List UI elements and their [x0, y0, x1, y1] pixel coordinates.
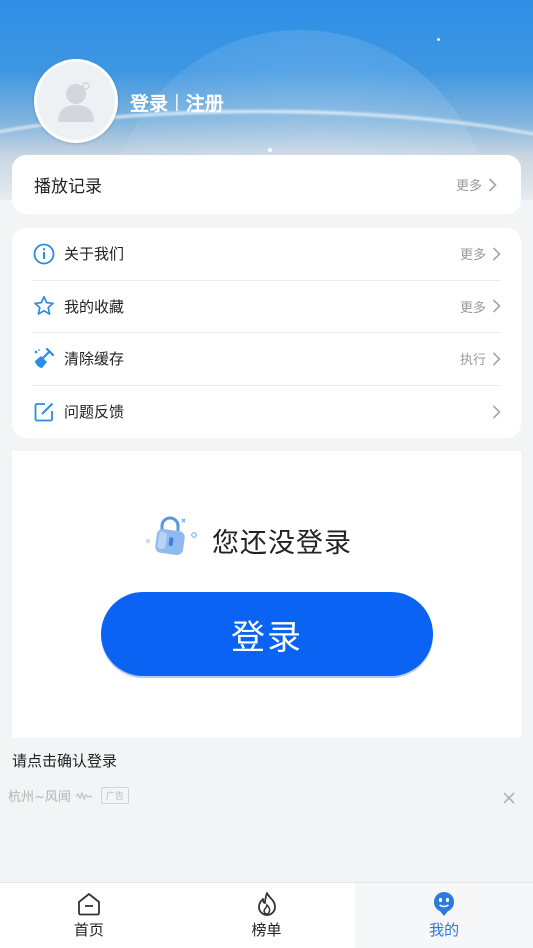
- play-history-more[interactable]: 更多: [456, 175, 497, 194]
- menu-item-action: 执行: [460, 349, 501, 368]
- auth-separator: |: [174, 92, 180, 112]
- login-prompt-panel: 您还没登录 登录: [12, 451, 521, 738]
- action-label: 更多: [459, 248, 486, 264]
- menu-item-clear-cache[interactable]: 清除缓存 执行: [32, 333, 501, 386]
- menu-item-about[interactable]: 关于我们 更多: [32, 228, 501, 281]
- login-button[interactable]: 登录: [101, 592, 433, 676]
- menu-item-action: 更多: [460, 297, 501, 316]
- action-label: 更多: [459, 300, 486, 316]
- menu-item-label: 问题反馈: [64, 403, 125, 422]
- settings-menu: 关于我们 更多 我的收藏 更多 清除缓存 执行 问题反馈: [12, 228, 521, 438]
- broom-icon: [32, 347, 56, 371]
- default-avatar-icon: [58, 82, 94, 122]
- chevron-right-icon: [492, 299, 501, 313]
- edit-icon: [32, 400, 56, 424]
- action-label: 执行: [459, 353, 486, 369]
- login-link[interactable]: 登录: [130, 89, 168, 116]
- auth-links: 登录 | 注册: [130, 88, 224, 116]
- mine-screen: 登录 | 注册 播放记录 更多 关于我们 更多 我的收藏 更多 清除缓存 执行 …: [0, 0, 533, 948]
- avatar[interactable]: [34, 59, 118, 143]
- play-history-card[interactable]: 播放记录 更多: [12, 155, 521, 214]
- lock-icon: [146, 516, 197, 556]
- close-icon[interactable]: [501, 790, 517, 806]
- play-history-title: 播放记录: [34, 177, 102, 197]
- not-logged-in-text: 您还没登录: [212, 528, 352, 559]
- profile-icon: [434, 892, 455, 916]
- tab-home[interactable]: 首页: [0, 883, 178, 948]
- star-icon: [32, 294, 56, 318]
- ad-text: 杭州~风闻: [8, 790, 71, 805]
- menu-item-action: [492, 405, 501, 419]
- tab-mine[interactable]: 我的: [355, 883, 533, 948]
- tab-label: 榜单: [251, 921, 282, 939]
- sound-wave-icon: [75, 790, 93, 801]
- info-icon: [32, 242, 56, 266]
- confirm-login-text: 请点击确认登录: [12, 752, 118, 770]
- chevron-right-icon: [488, 177, 497, 192]
- more-label: 更多: [455, 179, 482, 194]
- star-dot: [268, 148, 272, 152]
- menu-item-label: 我的收藏: [64, 297, 125, 316]
- ad-badge: 广告: [100, 787, 129, 804]
- tab-label: 首页: [73, 921, 104, 939]
- menu-item-label: 关于我们: [64, 245, 125, 264]
- menu-item-feedback[interactable]: 问题反馈: [32, 386, 501, 439]
- bottom-nav: 首页 榜单 我的: [0, 882, 533, 948]
- flame-icon: [257, 892, 276, 916]
- tab-label: 我的: [429, 921, 460, 939]
- menu-item-label: 清除缓存: [64, 350, 125, 369]
- tab-rankings[interactable]: 榜单: [178, 883, 356, 948]
- chevron-right-icon: [492, 405, 501, 419]
- menu-item-action: 更多: [460, 244, 501, 263]
- menu-item-favorites[interactable]: 我的收藏 更多: [32, 281, 501, 333]
- chevron-right-icon: [492, 247, 501, 261]
- home-icon: [77, 893, 100, 916]
- star-dot: [437, 38, 440, 41]
- ad-banner[interactable]: 杭州~风闻 广告: [8, 786, 129, 805]
- chevron-right-icon: [492, 352, 501, 366]
- register-link[interactable]: 注册: [186, 89, 224, 116]
